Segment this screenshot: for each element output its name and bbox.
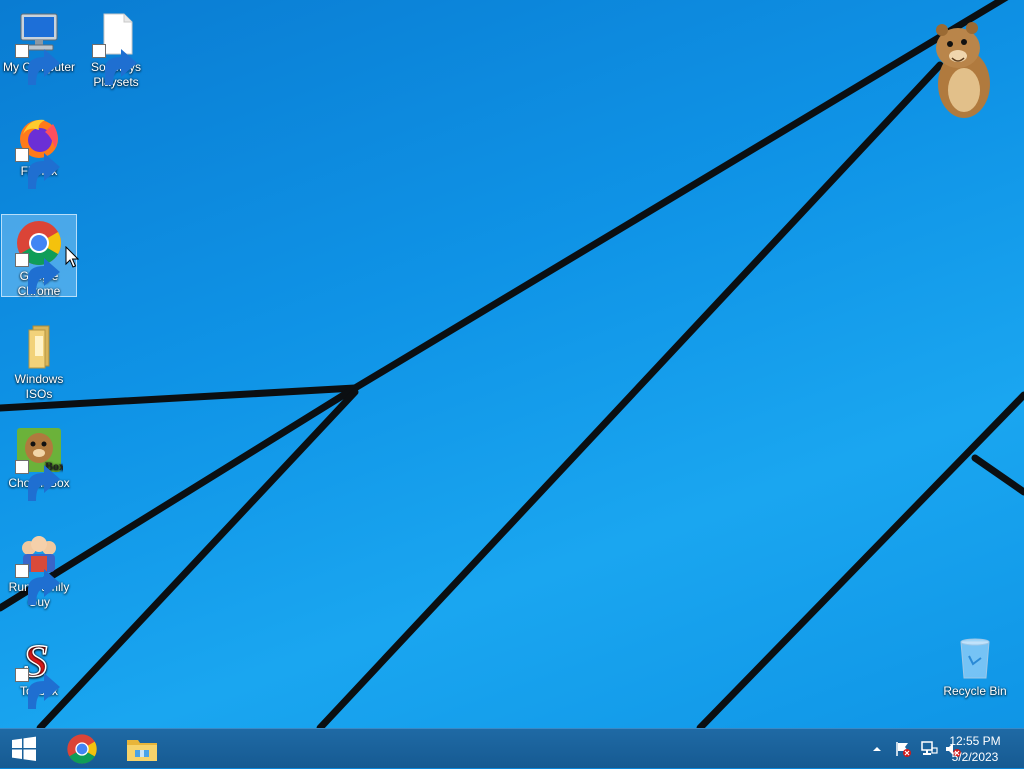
action-center-flag-icon[interactable] [894, 740, 912, 758]
wallpaper [0, 0, 1024, 728]
hamster-desktop-pet[interactable] [928, 18, 998, 124]
desktop-icon-label: Recycle Bin [943, 684, 1007, 698]
clock-date: 5/2/2023 [951, 750, 999, 764]
chrome-icon [67, 734, 97, 764]
recycle-bin-icon [951, 634, 999, 682]
desktop-icon-windows-isos[interactable]: Windows ISOs [1, 318, 77, 402]
desktop-icon-my-computer[interactable]: My Computer [1, 6, 77, 85]
mouse-cursor-icon [65, 246, 79, 268]
shortcut-arrow-icon [15, 253, 60, 294]
clock-time: 12:55 PM [949, 734, 1001, 748]
desktop-icon-firefox[interactable]: Firefox [1, 110, 77, 189]
desktop-icon-recycle-bin[interactable]: Recycle Bin [937, 630, 1013, 699]
shortcut-arrow-icon [15, 668, 60, 709]
desktop-icon-label: Windows ISOs [14, 372, 64, 401]
taskbar-chrome-button[interactable] [58, 729, 106, 769]
shortcut-arrow-icon [15, 460, 60, 501]
show-hidden-icons-arrow[interactable] [872, 744, 882, 754]
windows-logo-icon [12, 736, 36, 761]
taskbar-file-explorer-button[interactable] [118, 729, 166, 769]
desktop-icon-run-family-guy[interactable]: Run Family Guy [1, 526, 77, 610]
shortcut-arrow-icon [92, 44, 137, 85]
toybox-icon: S [15, 634, 63, 709]
shortcut-arrow-icon [15, 148, 60, 189]
folder-icon [15, 322, 63, 370]
start-button[interactable] [0, 729, 48, 769]
desktop-icon-souptoys-playsets[interactable]: Souptoys Playsets [78, 6, 154, 90]
computer-icon [15, 10, 63, 85]
desktop-icon-chomikbox[interactable]: Box ChomikBox [1, 422, 77, 501]
taskbar: 12:55 PM 5/2/2023 [0, 728, 1024, 768]
family-guy-icon [15, 530, 63, 605]
chomikbox-icon: Box [15, 426, 63, 501]
file-explorer-icon [127, 740, 157, 761]
taskbar-clock[interactable]: 12:55 PM 5/2/2023 [940, 733, 1010, 765]
firefox-icon [15, 114, 63, 189]
network-icon[interactable] [920, 740, 938, 758]
blank-file-icon [92, 10, 140, 85]
desktop-icon-toybox[interactable]: S Toybox [1, 630, 77, 709]
system-tray: 12:55 PM 5/2/2023 [824, 729, 1024, 769]
shortcut-arrow-icon [15, 44, 60, 85]
chrome-icon [15, 219, 63, 294]
desktop[interactable]: My Computer Souptoys Playsets Firefox [0, 0, 1024, 728]
shortcut-arrow-icon [15, 564, 60, 605]
